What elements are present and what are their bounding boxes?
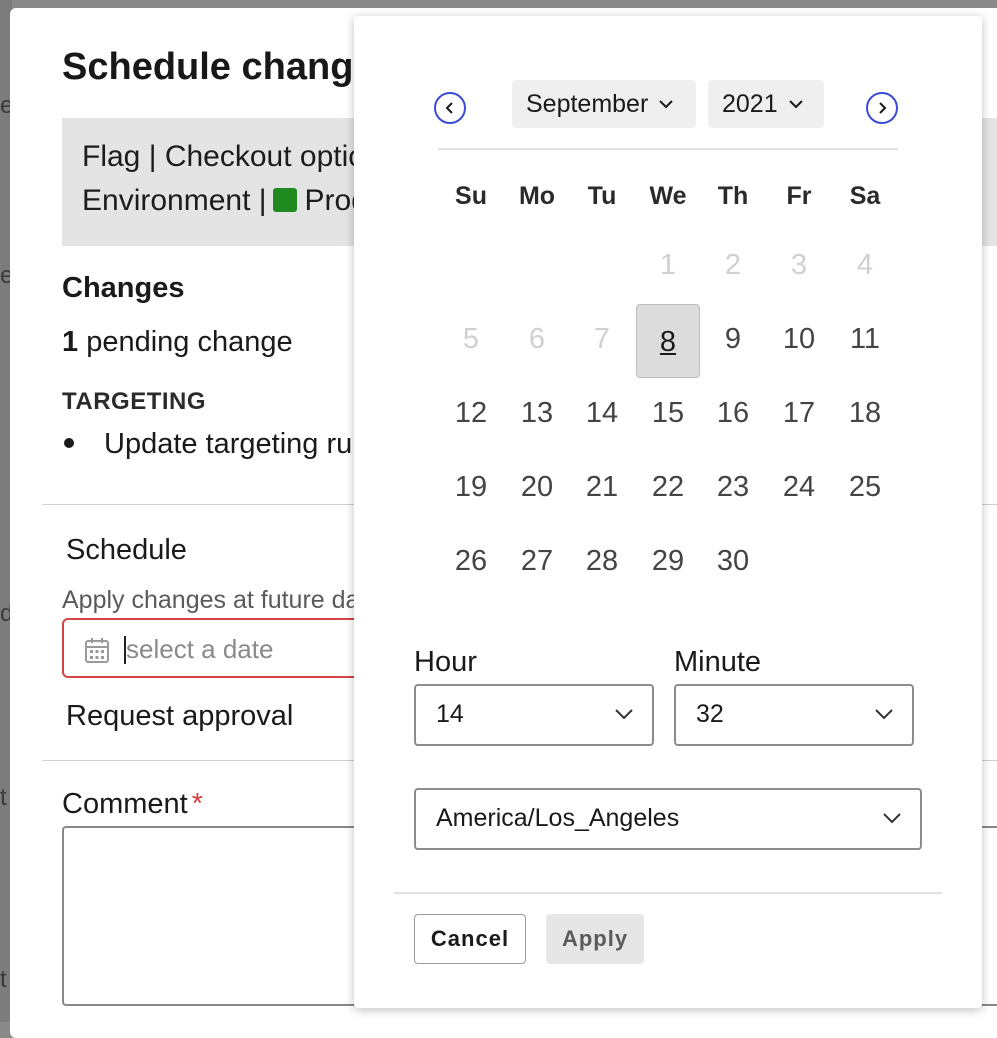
chevron-down-icon bbox=[659, 100, 674, 109]
calendar-day-disabled: 4 bbox=[856, 249, 874, 281]
calendar-day[interactable]: 27 bbox=[505, 524, 569, 598]
picker-footer-divider bbox=[394, 892, 942, 894]
chevron-down-icon bbox=[883, 813, 901, 824]
bullet-icon bbox=[64, 437, 74, 448]
minute-label: Minute bbox=[674, 646, 762, 678]
calendar-day[interactable]: 9 bbox=[701, 302, 765, 376]
pending-count-label: pending change bbox=[86, 326, 293, 358]
calendar-day[interactable]: 20 bbox=[505, 450, 569, 524]
calendar-day-disabled: 5 bbox=[462, 323, 480, 355]
month-select-value: September bbox=[526, 89, 649, 118]
pending-change-count: 1 pending change bbox=[62, 326, 293, 359]
weekday-header: Mo bbox=[518, 182, 556, 210]
weekday-header: Su bbox=[455, 182, 487, 210]
comment-label-text: Comment bbox=[62, 788, 188, 820]
calendar-day[interactable]: 14 bbox=[570, 376, 634, 450]
calendar-header-divider bbox=[438, 148, 898, 150]
date-input-field[interactable] bbox=[62, 618, 382, 678]
timezone-select-value: America/Los_Angeles bbox=[436, 804, 680, 832]
modal-title: Schedule change bbox=[62, 46, 375, 88]
targeting-heading: TARGETING bbox=[62, 388, 207, 415]
calendar-day[interactable]: 22 bbox=[636, 450, 700, 524]
chevron-left-icon bbox=[445, 102, 453, 114]
environment-label: Environment | bbox=[82, 184, 267, 217]
required-marker: * bbox=[191, 788, 203, 820]
calendar-day[interactable]: 13 bbox=[505, 376, 569, 450]
month-select[interactable]: September bbox=[512, 80, 696, 128]
schedule-help-text: Apply changes at future date bbox=[62, 586, 381, 614]
calendar-day[interactable]: 12 bbox=[439, 376, 503, 450]
flag-line: Flag | Checkout options bbox=[82, 140, 397, 173]
chevron-right-icon bbox=[879, 102, 887, 114]
weekday-header: Fr bbox=[786, 182, 812, 210]
targeting-item-label: Update targeting rules bbox=[104, 428, 390, 460]
calendar-day[interactable]: 29 bbox=[636, 524, 700, 598]
calendar-icon bbox=[84, 636, 110, 669]
chevron-down-icon bbox=[875, 709, 893, 720]
hour-select-value: 14 bbox=[436, 700, 464, 728]
year-select-value: 2021 bbox=[722, 89, 778, 118]
calendar-day[interactable]: 19 bbox=[439, 450, 503, 524]
calendar-day-disabled: 2 bbox=[724, 249, 742, 281]
calendar-day[interactable]: 24 bbox=[767, 450, 831, 524]
pending-count-number: 1 bbox=[62, 326, 79, 358]
minute-select-value: 32 bbox=[696, 700, 724, 728]
timezone-select[interactable]: America/Los_Angeles bbox=[414, 788, 922, 850]
calendar-day[interactable]: 23 bbox=[701, 450, 765, 524]
previous-month-button[interactable] bbox=[434, 92, 466, 124]
date-picker-popover: September 2021 Su Mo Tu We Th Fr Sa 1 2 … bbox=[354, 16, 982, 1008]
calendar-day[interactable]: 17 bbox=[767, 376, 831, 450]
changes-heading: Changes bbox=[62, 272, 185, 304]
schedule-heading: Schedule bbox=[66, 534, 187, 566]
weekday-header: Tu bbox=[587, 182, 617, 210]
calendar-day-disabled: 7 bbox=[593, 323, 611, 355]
calendar-day-today[interactable]: 8 bbox=[636, 304, 700, 378]
weekday-header: Sa bbox=[849, 182, 881, 210]
calendar-day[interactable]: 16 bbox=[701, 376, 765, 450]
next-month-button[interactable] bbox=[866, 92, 898, 124]
calendar-day[interactable]: 18 bbox=[833, 376, 897, 450]
weekday-header: We bbox=[649, 182, 687, 210]
calendar-day-disabled: 3 bbox=[790, 249, 808, 281]
environment-color-swatch bbox=[272, 188, 297, 212]
calendar-day[interactable]: 15 bbox=[636, 376, 700, 450]
date-input[interactable] bbox=[126, 632, 366, 666]
calendar-day[interactable]: 21 bbox=[570, 450, 634, 524]
apply-button[interactable]: Apply bbox=[546, 914, 644, 964]
calendar-day[interactable]: 11 bbox=[833, 302, 897, 376]
calendar-day-disabled: 1 bbox=[659, 249, 677, 281]
year-select[interactable]: 2021 bbox=[708, 80, 824, 128]
calendar-day[interactable]: 10 bbox=[767, 302, 831, 376]
chevron-down-icon bbox=[615, 709, 633, 720]
background-text-fragment: t bbox=[0, 966, 7, 993]
calendar-day[interactable]: 26 bbox=[439, 524, 503, 598]
hour-select[interactable]: 14 bbox=[414, 684, 654, 746]
minute-select[interactable]: 32 bbox=[674, 684, 914, 746]
cancel-button[interactable]: Cancel bbox=[414, 914, 526, 964]
list-item: Update targeting rules bbox=[62, 428, 389, 461]
calendar-day-disabled: 6 bbox=[528, 323, 546, 355]
calendar-day[interactable]: 25 bbox=[833, 450, 897, 524]
chevron-down-icon bbox=[788, 100, 803, 109]
hour-label: Hour bbox=[414, 646, 477, 678]
calendar-day[interactable]: 28 bbox=[570, 524, 634, 598]
request-approval-label: Request approval bbox=[66, 700, 294, 732]
weekday-header: Th bbox=[717, 182, 749, 210]
background-text-fragment: t bbox=[0, 784, 7, 811]
calendar-day[interactable]: 30 bbox=[701, 524, 765, 598]
comment-label: Comment * bbox=[62, 788, 203, 821]
